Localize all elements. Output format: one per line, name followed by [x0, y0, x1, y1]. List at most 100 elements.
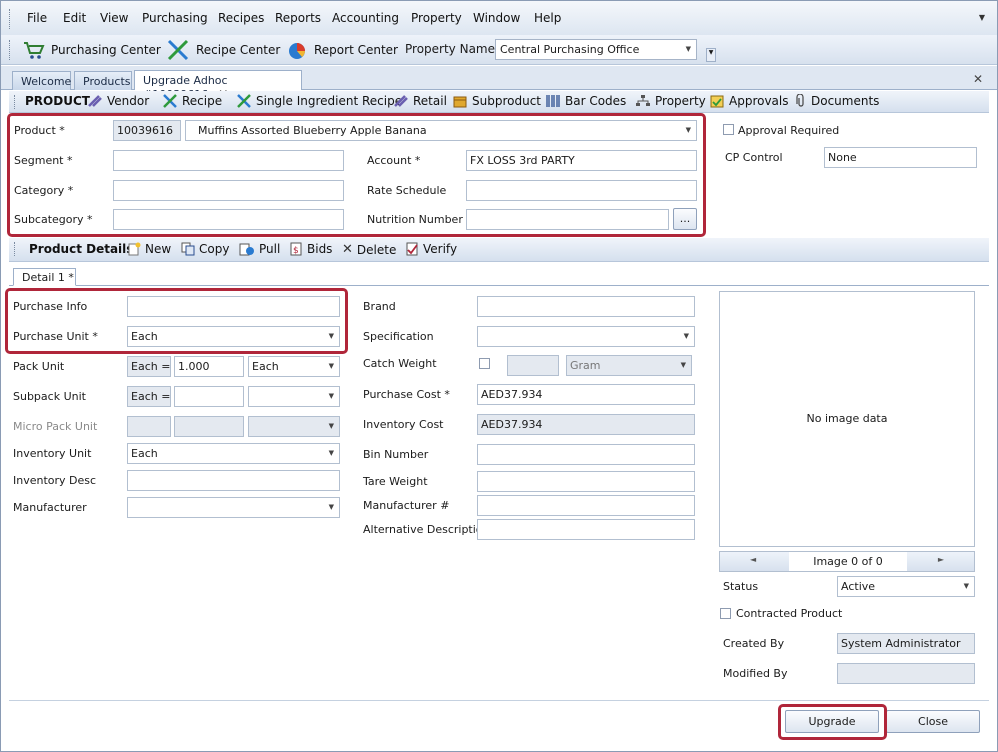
pack-unit-qty-field[interactable]: 1.000	[174, 356, 244, 377]
chevron-down-icon: ▼	[963, 582, 969, 590]
purchase-cost-label: Purchase Cost *	[363, 388, 450, 401]
property-button[interactable]: Property	[635, 94, 706, 108]
copy-button[interactable]: Copy	[181, 242, 229, 256]
purchase-cost-field[interactable]: AED37.934	[477, 384, 695, 405]
bar-codes-button[interactable]: Bar Codes	[545, 94, 626, 108]
subcategory-label: Subcategory *	[14, 213, 93, 226]
product-toolbar-grip[interactable]	[14, 95, 15, 109]
recipe-button[interactable]: Recipe	[162, 94, 222, 108]
report-center-button[interactable]: Report Center	[286, 39, 398, 61]
new-button[interactable]: New	[127, 242, 171, 256]
nutrition-number-label: Nutrition Number	[367, 213, 463, 226]
pull-label: Pull	[259, 242, 281, 256]
vendor-button[interactable]: Vendor	[87, 94, 149, 108]
tab-detail-1-label: Detail 1 *	[22, 271, 74, 284]
product-name-select[interactable]: Muffins Assorted Blueberry Apple Banana …	[185, 120, 697, 141]
toolbar-grip[interactable]	[9, 40, 10, 60]
property-name-select[interactable]: Central Purchasing Office ▼	[495, 39, 697, 60]
tab-detail-1[interactable]: Detail 1 *	[13, 268, 76, 286]
inventory-unit-select[interactable]: Each ▼	[127, 443, 340, 464]
bids-button[interactable]: $ Bids	[289, 242, 332, 256]
brand-field[interactable]	[477, 296, 695, 317]
product-tab-button[interactable]: PRODUCT	[25, 94, 90, 108]
inventory-desc-field[interactable]	[127, 470, 340, 491]
toolbar-overflow-icon[interactable]: ▼	[706, 48, 716, 62]
close-label: Close	[918, 715, 948, 728]
delete-x-icon: ✕	[342, 242, 353, 257]
next-image-icon[interactable]: ►	[938, 555, 944, 564]
menu-reports[interactable]: Reports	[275, 11, 321, 25]
purchase-info-field[interactable]	[127, 296, 340, 317]
subcategory-field[interactable]	[113, 209, 344, 230]
nutrition-browse-button[interactable]: ...	[673, 208, 697, 230]
category-field[interactable]	[113, 180, 344, 201]
subproduct-button[interactable]: Subproduct	[452, 94, 541, 108]
tab-products[interactable]: Products	[74, 71, 132, 90]
menu-recipes[interactable]: Recipes	[218, 11, 264, 25]
purchasing-center-button[interactable]: Purchasing Center	[23, 39, 161, 61]
bids-icon: $	[290, 242, 302, 256]
delete-button[interactable]: ✕ Delete	[342, 242, 396, 257]
subpack-unit-label: Subpack Unit	[13, 390, 86, 403]
micro-pack-prefix	[127, 416, 171, 437]
documents-button[interactable]: Documents	[795, 94, 879, 108]
menu-accounting[interactable]: Accounting	[332, 11, 399, 25]
menu-property[interactable]: Property	[411, 11, 462, 25]
product-label: Product *	[14, 124, 65, 137]
specification-select[interactable]: ▼	[477, 326, 695, 347]
contracted-product-checkbox[interactable]	[720, 608, 731, 619]
tare-weight-field[interactable]	[477, 471, 695, 492]
subpack-unit-select[interactable]: ▼	[248, 386, 340, 407]
category-label: Category *	[14, 184, 74, 197]
verify-label: Verify	[423, 242, 458, 256]
close-window-icon[interactable]: ✕	[973, 72, 983, 86]
subpack-unit-prefix: Each =	[127, 386, 171, 407]
menu-overflow-icon[interactable]: ▼	[979, 13, 985, 22]
recipe-center-button[interactable]: Recipe Center	[166, 39, 280, 61]
chevron-down-icon: ▼	[328, 392, 334, 400]
bin-number-field[interactable]	[477, 444, 695, 465]
no-image-text: No image data	[806, 412, 888, 425]
inventory-cost-value: AED37.934	[481, 418, 543, 431]
retail-button[interactable]: Retail	[393, 94, 447, 108]
property-name-value: Central Purchasing Office	[500, 43, 640, 56]
approval-required-label: Approval Required	[738, 124, 840, 137]
upgrade-button[interactable]: Upgrade	[785, 710, 879, 733]
menu-grip[interactable]	[9, 9, 12, 29]
manufacturer-select[interactable]: ▼	[127, 497, 340, 518]
menu-file[interactable]: File	[27, 11, 47, 25]
manufacturer-number-field[interactable]	[477, 495, 695, 516]
inventory-unit-value: Each	[131, 447, 158, 460]
catch-weight-checkbox[interactable]	[479, 358, 490, 369]
nutrition-number-field[interactable]	[466, 209, 669, 230]
product-name-value: Muffins Assorted Blueberry Apple Banana	[198, 124, 427, 137]
pull-button[interactable]: Pull	[239, 242, 280, 256]
account-field[interactable]: FX LOSS 3rd PARTY	[466, 150, 697, 171]
approval-required-checkbox[interactable]	[723, 124, 734, 135]
details-toolbar-grip[interactable]	[14, 242, 15, 256]
purchase-unit-select[interactable]: Each ▼	[127, 326, 340, 347]
tab-upgrade-adhoc[interactable]: Upgrade Adhoc #10039616✕	[134, 70, 302, 101]
close-button[interactable]: Close	[886, 710, 980, 733]
subpack-unit-qty-field[interactable]	[174, 386, 244, 407]
status-select[interactable]: Active ▼	[837, 576, 975, 597]
prev-image-icon[interactable]: ◄	[750, 555, 756, 564]
menu-window[interactable]: Window	[473, 11, 520, 25]
cp-control-field[interactable]: None	[824, 147, 977, 168]
segment-field[interactable]	[113, 150, 344, 171]
menu-help[interactable]: Help	[534, 11, 561, 25]
approvals-button[interactable]: Approvals	[709, 94, 789, 108]
single-ingredient-recipe-button[interactable]: Single Ingredient Recipe	[236, 94, 402, 108]
micro-pack-qty-field	[174, 416, 244, 437]
menu-view[interactable]: View	[100, 11, 128, 25]
alternative-description-field[interactable]	[477, 519, 695, 540]
menu-edit[interactable]: Edit	[63, 11, 86, 25]
menu-purchasing[interactable]: Purchasing	[142, 11, 208, 25]
pack-unit-select[interactable]: Each ▼	[248, 356, 340, 377]
verify-button[interactable]: Verify	[405, 242, 457, 256]
product-details-toolbar: Product Details New Copy Pull $ Bids ✕ D…	[9, 238, 989, 262]
tab-welcome[interactable]: Welcome	[12, 71, 71, 90]
created-by-label: Created By	[723, 637, 785, 650]
rate-schedule-field[interactable]	[466, 180, 697, 201]
inventory-unit-label: Inventory Unit	[13, 447, 92, 460]
